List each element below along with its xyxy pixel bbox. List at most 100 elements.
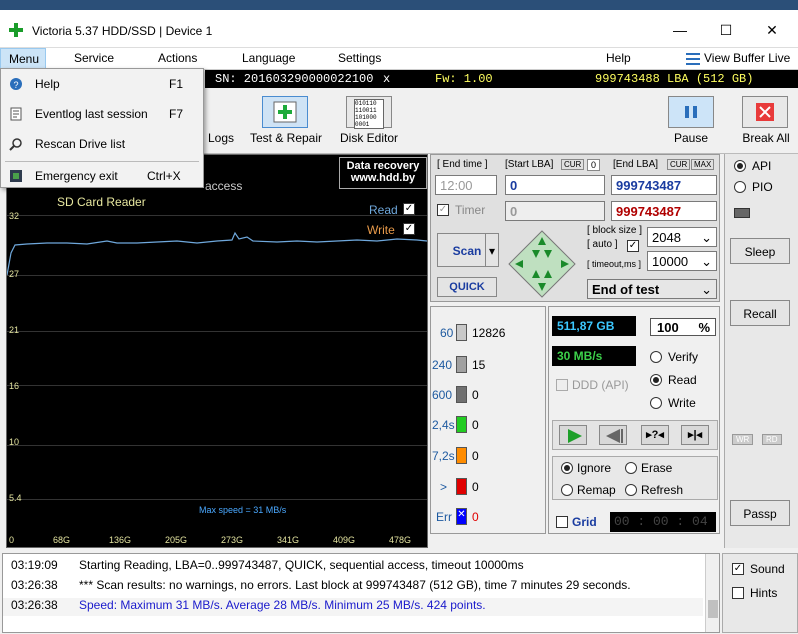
playback-controls: ▸?◂ ▸|◂: [552, 420, 718, 450]
ddd-checkbox[interactable]: [556, 379, 568, 391]
read-radio[interactable]: [650, 374, 662, 386]
ad-line-2: www.hdd.by: [350, 172, 416, 184]
navigation-pad[interactable]: [507, 229, 577, 299]
skip-question-icon[interactable]: ▸?◂: [641, 425, 669, 445]
log-row: 03:26:38 Speed: Maximum 31 MB/s. Average…: [3, 598, 703, 616]
scan-settings-panel: [ End time ] [Start LBA] CUR 0 [End LBA]…: [430, 154, 720, 302]
timer-checkbox[interactable]: ✓: [437, 204, 449, 216]
device-label: SD Card Reader: [57, 195, 146, 209]
break-icon: [756, 103, 774, 121]
menu-item-help[interactable]: ? Help F1: [1, 69, 203, 99]
timer-input[interactable]: 0: [505, 201, 605, 221]
verify-radio[interactable]: [650, 351, 662, 363]
start-cur-button[interactable]: CUR: [561, 159, 585, 170]
recall-button[interactable]: Recall: [730, 300, 790, 326]
block-row: Err ✕ 0: [436, 508, 479, 525]
read-legend-checkbox[interactable]: ✓: [403, 203, 415, 215]
start-lba-input[interactable]: 0: [505, 175, 605, 195]
repair-mode-panel: Ignore Erase Remap Refresh: [552, 456, 718, 500]
end-max-button[interactable]: MAX: [691, 159, 715, 170]
menu-language[interactable]: Language: [242, 51, 295, 65]
end-time-input[interactable]: 12:00: [435, 175, 497, 195]
serial-number: SN: 201603290000022100: [215, 72, 374, 86]
jump-icon[interactable]: ▸|◂: [681, 425, 709, 445]
speed-graph: 32 27 21 16 10 5.4 0 68G 136G 205G 273G …: [6, 154, 428, 548]
firmware: Fw: 1.00: [435, 72, 493, 86]
pause-icon: [685, 106, 697, 118]
view-buffer-live[interactable]: View Buffer Live: [704, 51, 790, 65]
log-row: 03:19:09 Starting Reading, LBA=0..999743…: [11, 558, 524, 572]
rewind-icon[interactable]: [599, 425, 627, 445]
pio-radio[interactable]: [734, 181, 746, 193]
end-lba-label: [End LBA]: [613, 159, 659, 170]
read-label: Read: [668, 373, 697, 387]
close-button[interactable]: ✕: [764, 22, 780, 38]
write-radio[interactable]: [650, 397, 662, 409]
hints-checkbox[interactable]: [732, 587, 744, 599]
maximize-button[interactable]: ☐: [718, 22, 734, 38]
log-row: 03:26:38 *** Scan results: no warnings, …: [11, 578, 631, 592]
auto-checkbox[interactable]: ✓: [627, 240, 639, 252]
timeout-select[interactable]: 10000 ⌄: [647, 251, 717, 271]
svg-text:?: ?: [14, 80, 19, 90]
verify-label: Verify: [668, 350, 699, 364]
block-size-select[interactable]: 2048 ⌄: [647, 227, 717, 247]
play-icon[interactable]: [559, 425, 587, 445]
refresh-radio[interactable]: [625, 484, 637, 496]
timer-label: Timer: [455, 203, 486, 217]
sound-label: Sound: [750, 562, 785, 576]
passp-button[interactable]: Passp: [730, 500, 790, 526]
plus-icon: [273, 101, 297, 123]
menu-dropdown: ? Help F1 Eventlog last session F7 Resca…: [0, 68, 204, 188]
ad-box[interactable]: Data recovery www.hdd.by: [339, 157, 427, 189]
ignore-radio[interactable]: [561, 462, 573, 474]
disk-editor-label: Disk Editor: [339, 131, 398, 145]
api-radio[interactable]: [734, 160, 746, 172]
end-lba-input[interactable]: 999743487: [611, 175, 717, 195]
menu-help[interactable]: Help: [606, 51, 631, 65]
hints-label: Hints: [750, 586, 778, 600]
remap-radio[interactable]: [561, 484, 573, 496]
menu-service[interactable]: Service: [74, 51, 114, 65]
device-info-bar: SN: 201603290000022100 x Fw: 1.00 999743…: [205, 70, 798, 88]
sound-checkbox[interactable]: ✓: [732, 563, 744, 575]
minimize-button[interactable]: —: [672, 22, 688, 38]
graph-title: access: [205, 179, 243, 193]
logs-tab[interactable]: Logs: [206, 131, 236, 145]
test-repair-tab-button[interactable]: [262, 96, 308, 128]
title-bar: Victoria 5.37 HDD/SSD | Device 1 — ☐ ✕: [0, 10, 798, 48]
block-row: > 0: [440, 478, 479, 495]
break-all-label: Break All: [742, 131, 790, 145]
end-of-test-select[interactable]: End of test ⌄: [587, 279, 717, 299]
erase-radio[interactable]: [625, 462, 637, 474]
menu-menu[interactable]: Menu: [0, 48, 46, 70]
disk-editor-tab-button[interactable]: 010110 110011 101000 0001: [346, 96, 392, 129]
break-all-button[interactable]: [742, 96, 788, 128]
menu-item-emergency-exit[interactable]: Emergency exit Ctrl+X: [1, 161, 203, 191]
window-title: Victoria 5.37 HDD/SSD | Device 1: [32, 24, 213, 38]
percent-readout: 100 %: [650, 318, 716, 336]
max-speed-label: Max speed = 31 MB/s: [199, 505, 287, 515]
pause-button[interactable]: [668, 96, 714, 128]
menu-item-rescan[interactable]: Rescan Drive list: [1, 129, 203, 159]
eventlog-icon: [10, 107, 22, 121]
menu-item-eventlog[interactable]: Eventlog last session F7: [1, 99, 203, 129]
quick-button[interactable]: QUICK: [437, 277, 497, 297]
end-cur-button[interactable]: CUR: [667, 159, 691, 170]
scan-dropdown-arrow[interactable]: ▾: [485, 233, 499, 267]
write-legend-checkbox[interactable]: ✓: [403, 223, 415, 235]
end-lba-input-2[interactable]: 999743487: [611, 201, 717, 221]
menu-actions[interactable]: Actions: [158, 51, 197, 65]
start-lba-label: [Start LBA]: [505, 159, 554, 170]
write-legend: Write: [367, 223, 395, 237]
grid-checkbox[interactable]: [556, 516, 568, 528]
rd-indicator: RD: [762, 434, 782, 445]
block-row: 2,4s 0: [432, 416, 479, 433]
menu-settings[interactable]: Settings: [338, 51, 381, 65]
log-scrollbar[interactable]: [705, 554, 719, 632]
end-time-label: [ End time ]: [437, 159, 488, 170]
block-size-label: [ block size ]: [587, 225, 643, 236]
wr-indicator: WR: [732, 434, 754, 445]
menu-bar: Menu Service Actions Language Settings H…: [0, 48, 798, 70]
sleep-button[interactable]: Sleep: [730, 238, 790, 264]
